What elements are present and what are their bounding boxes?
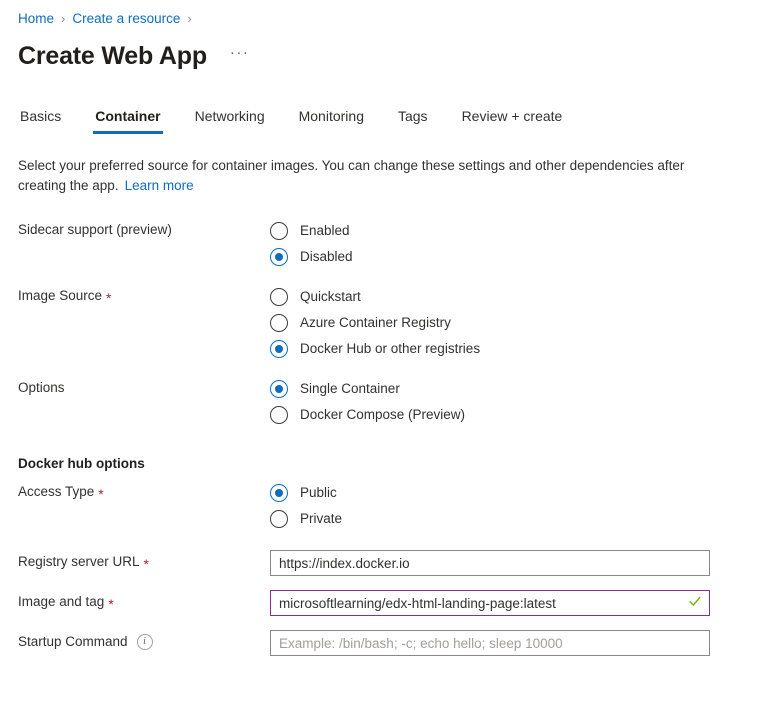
sidecar-support-radio-group: Enabled Disabled bbox=[270, 218, 776, 270]
breadcrumb-separator-icon: › bbox=[187, 11, 192, 26]
description-text: Select your preferred source for contain… bbox=[18, 158, 685, 193]
field-image-and-tag: Image and tag * bbox=[18, 590, 776, 616]
radio-icon[interactable] bbox=[270, 288, 288, 306]
required-asterisk: * bbox=[106, 290, 112, 306]
required-asterisk: * bbox=[143, 556, 149, 572]
page-description: Select your preferred source for contain… bbox=[0, 156, 718, 196]
field-image-source: Image Source * Quickstart Azure Containe… bbox=[18, 284, 776, 362]
field-registry-server-url: Registry server URL * bbox=[18, 550, 776, 576]
radio-label: Enabled bbox=[300, 223, 350, 238]
image-and-tag-label-text: Image and tag bbox=[18, 594, 105, 609]
breadcrumb-item-home[interactable]: Home bbox=[18, 10, 54, 28]
image-source-radio-group: Quickstart Azure Container Registry Dock… bbox=[270, 284, 776, 362]
radio-label: Quickstart bbox=[300, 289, 361, 304]
learn-more-link[interactable]: Learn more bbox=[125, 178, 194, 193]
breadcrumb-item-create-a-resource[interactable]: Create a resource bbox=[72, 10, 180, 28]
field-sidecar-support: Sidecar support (preview) Enabled Disabl… bbox=[18, 218, 776, 270]
more-options-icon[interactable]: ··· bbox=[225, 45, 255, 66]
field-access-type: Access Type * Public Private bbox=[18, 480, 776, 532]
options-radio-group: Single Container Docker Compose (Preview… bbox=[270, 376, 776, 428]
tab-networking[interactable]: Networking bbox=[193, 103, 267, 134]
radio-icon[interactable] bbox=[270, 510, 288, 528]
radio-icon-selected[interactable] bbox=[270, 340, 288, 358]
create-web-app-page: Home › Create a resource › Create Web Ap… bbox=[0, 0, 776, 714]
image-and-tag-control bbox=[270, 590, 776, 616]
registry-server-url-input[interactable] bbox=[270, 550, 710, 576]
radio-icon-selected[interactable] bbox=[270, 484, 288, 502]
startup-command-input-wrap bbox=[270, 630, 710, 656]
registry-server-url-input-wrap bbox=[270, 550, 710, 576]
options-label-text: Options bbox=[18, 380, 65, 395]
registry-server-url-label-text: Registry server URL bbox=[18, 554, 140, 569]
image-source-label-text: Image Source bbox=[18, 288, 103, 303]
required-asterisk: * bbox=[98, 486, 104, 502]
radio-sidecar-disabled[interactable]: Disabled bbox=[270, 244, 776, 270]
radio-options-docker-compose[interactable]: Docker Compose (Preview) bbox=[270, 402, 776, 428]
container-settings-form: Sidecar support (preview) Enabled Disabl… bbox=[0, 218, 776, 656]
radio-image-source-azure-container-registry[interactable]: Azure Container Registry bbox=[270, 310, 776, 336]
page-title: Create Web App bbox=[18, 42, 207, 70]
title-row: Create Web App ··· bbox=[0, 30, 776, 74]
radio-label: Disabled bbox=[300, 249, 353, 264]
access-type-radio-group: Public Private bbox=[270, 480, 776, 532]
radio-access-type-private[interactable]: Private bbox=[270, 506, 776, 532]
radio-image-source-quickstart[interactable]: Quickstart bbox=[270, 284, 776, 310]
startup-command-control bbox=[270, 630, 776, 656]
radio-label: Single Container bbox=[300, 381, 400, 396]
radio-icon-selected[interactable] bbox=[270, 248, 288, 266]
radio-label: Docker Compose (Preview) bbox=[300, 407, 466, 422]
registry-server-url-label: Registry server URL * bbox=[18, 550, 270, 572]
tab-review-create[interactable]: Review + create bbox=[460, 103, 565, 134]
tab-basics[interactable]: Basics bbox=[18, 103, 63, 134]
tab-container[interactable]: Container bbox=[93, 103, 163, 134]
radio-icon-selected[interactable] bbox=[270, 380, 288, 398]
options-label: Options bbox=[18, 376, 270, 398]
startup-command-label-text: Startup Command bbox=[18, 634, 128, 649]
registry-server-url-control bbox=[270, 550, 776, 576]
required-asterisk: * bbox=[108, 596, 114, 612]
image-source-label: Image Source * bbox=[18, 284, 270, 306]
radio-icon[interactable] bbox=[270, 222, 288, 240]
radio-label: Docker Hub or other registries bbox=[300, 341, 481, 356]
tab-tags[interactable]: Tags bbox=[396, 103, 430, 134]
radio-options-single-container[interactable]: Single Container bbox=[270, 376, 776, 402]
startup-command-label: Startup Command i bbox=[18, 630, 270, 652]
info-icon[interactable]: i bbox=[136, 634, 153, 650]
section-header-docker-hub-options: Docker hub options bbox=[18, 456, 145, 471]
field-startup-command: Startup Command i bbox=[18, 630, 776, 656]
access-type-label: Access Type * bbox=[18, 480, 270, 502]
field-options: Options Single Container Docker Compose … bbox=[18, 376, 776, 428]
tab-monitoring[interactable]: Monitoring bbox=[297, 103, 366, 134]
radio-icon[interactable] bbox=[270, 314, 288, 332]
image-and-tag-input[interactable] bbox=[270, 590, 710, 616]
access-type-label-text: Access Type bbox=[18, 484, 95, 499]
radio-icon[interactable] bbox=[270, 406, 288, 424]
radio-access-type-public[interactable]: Public bbox=[270, 480, 776, 506]
radio-image-source-docker-hub[interactable]: Docker Hub or other registries bbox=[270, 336, 776, 362]
tab-bar: Basics Container Networking Monitoring T… bbox=[0, 100, 776, 134]
startup-command-input[interactable] bbox=[270, 630, 710, 656]
breadcrumb-separator-icon: › bbox=[61, 11, 66, 26]
image-and-tag-input-wrap bbox=[270, 590, 710, 616]
radio-sidecar-enabled[interactable]: Enabled bbox=[270, 218, 776, 244]
radio-label: Private bbox=[300, 511, 343, 526]
image-and-tag-label: Image and tag * bbox=[18, 590, 270, 612]
radio-label: Azure Container Registry bbox=[300, 315, 451, 330]
breadcrumb: Home › Create a resource › bbox=[0, 0, 776, 30]
sidecar-support-label: Sidecar support (preview) bbox=[18, 218, 270, 240]
sidecar-support-label-text: Sidecar support (preview) bbox=[18, 222, 172, 237]
radio-label: Public bbox=[300, 485, 337, 500]
